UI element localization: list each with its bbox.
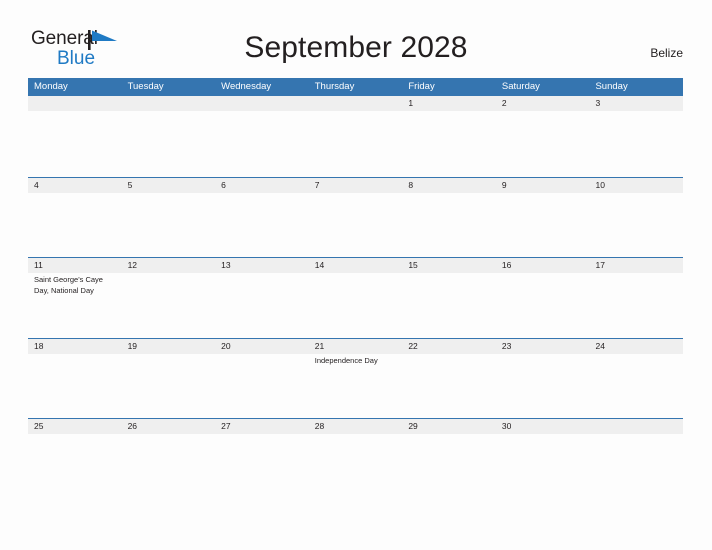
calendar-day-cell[interactable]: 23 xyxy=(495,338,590,418)
day-of-week-header-row: Monday Tuesday Wednesday Thursday Friday Satu… xyxy=(28,78,683,96)
calendar-day-cell[interactable]: 14 xyxy=(308,258,403,338)
day-number: 18 xyxy=(28,338,122,354)
calendar-day-cell[interactable]: 4 xyxy=(28,177,122,257)
day-number: 20 xyxy=(215,338,309,354)
calendar-day-cell[interactable]: 8 xyxy=(402,177,496,257)
day-number: 9 xyxy=(495,177,590,193)
calendar-day-cell[interactable]: 11 Saint George's Caye Day, National Day xyxy=(28,258,122,338)
calendar-day-cell-empty xyxy=(121,96,216,177)
calendar-day-cell[interactable]: 29 xyxy=(402,419,496,499)
calendar-day-cell[interactable]: 7 xyxy=(308,177,403,257)
day-number: 24 xyxy=(589,338,684,354)
day-event-text: Independence Day xyxy=(314,355,378,365)
day-number xyxy=(215,96,309,111)
day-number: 23 xyxy=(495,338,590,354)
day-number xyxy=(589,419,684,434)
calendar-day-cell[interactable]: 27 xyxy=(215,419,309,499)
day-number xyxy=(121,96,216,111)
calendar-day-cell[interactable]: 21 Independence Day xyxy=(308,338,403,418)
day-header-thursday: Thursday xyxy=(314,81,355,92)
day-number: 2 xyxy=(495,96,590,111)
day-number: 21 xyxy=(308,338,403,354)
calendar-day-cell[interactable]: 19 xyxy=(121,338,216,418)
day-header-saturday: Saturday xyxy=(501,81,540,92)
calendar-day-cell[interactable]: 1 xyxy=(402,96,496,177)
calendar-day-cell[interactable]: 12 xyxy=(121,258,216,338)
calendar-day-cell[interactable]: 9 xyxy=(495,177,590,257)
calendar-day-cell[interactable]: 18 xyxy=(28,338,122,418)
day-event-text: Saint George's Caye Day, National Day xyxy=(34,275,103,295)
calendar-week-row: 25 26 27 28 29 30 xyxy=(28,418,684,499)
region-label: Belize xyxy=(650,46,683,60)
calendar-week-row: 18 19 20 21 Independence Day 22 23 24 xyxy=(28,337,684,418)
day-number: 15 xyxy=(402,258,496,273)
calendar-day-cell[interactable]: 3 xyxy=(589,96,684,177)
calendar-day-cell[interactable]: 16 xyxy=(495,258,590,338)
day-number: 29 xyxy=(402,419,496,434)
calendar-day-cell-empty xyxy=(308,96,403,177)
day-number: 11 xyxy=(28,258,122,273)
day-number: 10 xyxy=(589,177,684,193)
day-number: 17 xyxy=(589,258,684,273)
calendar-day-cell[interactable]: 17 xyxy=(589,258,684,338)
calendar-day-cell[interactable]: 30 xyxy=(495,419,590,499)
calendar-day-cell[interactable]: 25 xyxy=(28,419,122,499)
day-number: 4 xyxy=(28,177,122,193)
day-number: 27 xyxy=(215,419,309,434)
calendar-week-rows: 1 2 3 4 5 6 7 8 9 10 11 Saint George's Caye Day, Na… xyxy=(28,96,684,499)
calendar-week-row: 11 Saint George's Caye Day, National Day 1… xyxy=(28,257,684,338)
calendar-grid: Monday Tuesday Wednesday Thursday Friday Satu… xyxy=(28,78,684,499)
calendar-day-cell[interactable]: 28 xyxy=(308,419,403,499)
day-number: 13 xyxy=(215,258,309,273)
day-number: 5 xyxy=(121,177,216,193)
day-number: 30 xyxy=(495,419,590,434)
day-number xyxy=(28,96,122,111)
calendar-week-row: 4 5 6 7 8 9 10 xyxy=(28,176,684,257)
calendar-day-cell[interactable]: 10 xyxy=(589,177,684,257)
calendar-day-cell-empty xyxy=(589,419,684,499)
calendar-week-row: 123 xyxy=(28,96,684,177)
day-number: 3 xyxy=(589,96,684,111)
calendar-day-cell[interactable]: 2 xyxy=(495,96,590,177)
day-number: 6 xyxy=(215,177,309,193)
day-number: 1 xyxy=(402,96,496,111)
page-title: September 2028 xyxy=(244,31,468,64)
calendar-day-cell[interactable]: 24 xyxy=(589,338,684,418)
page-header: General Blue September 2028 Belize xyxy=(0,0,712,78)
calendar-day-cell[interactable]: 5 xyxy=(121,177,216,257)
calendar-day-cell-empty xyxy=(215,96,309,177)
day-number: 28 xyxy=(308,419,403,434)
calendar-day-cell[interactable]: 6 xyxy=(215,177,309,257)
day-number: 25 xyxy=(28,419,122,434)
day-header-sunday: Sunday xyxy=(595,81,628,92)
day-number xyxy=(308,96,403,111)
calendar-day-cell[interactable]: 26 xyxy=(121,419,216,499)
calendar-day-cell[interactable]: 15 xyxy=(402,258,496,338)
day-number: 8 xyxy=(402,177,496,193)
day-number: 26 xyxy=(121,419,216,434)
day-header-friday: Friday xyxy=(408,81,435,92)
day-header-monday: Monday xyxy=(34,81,68,92)
day-number: 12 xyxy=(121,258,216,273)
day-number: 19 xyxy=(121,338,216,354)
day-header-tuesday: Tuesday xyxy=(127,81,164,92)
calendar-day-cell[interactable]: 13 xyxy=(215,258,309,338)
day-header-wednesday: Wednesday xyxy=(221,81,272,92)
calendar-day-cell-empty xyxy=(28,96,122,177)
day-number: 7 xyxy=(308,177,403,193)
calendar-day-cell[interactable]: 22 xyxy=(402,338,496,418)
day-number: 14 xyxy=(308,258,403,273)
day-number: 16 xyxy=(495,258,590,273)
calendar-day-cell[interactable]: 20 xyxy=(215,338,309,418)
day-number: 22 xyxy=(402,338,496,354)
